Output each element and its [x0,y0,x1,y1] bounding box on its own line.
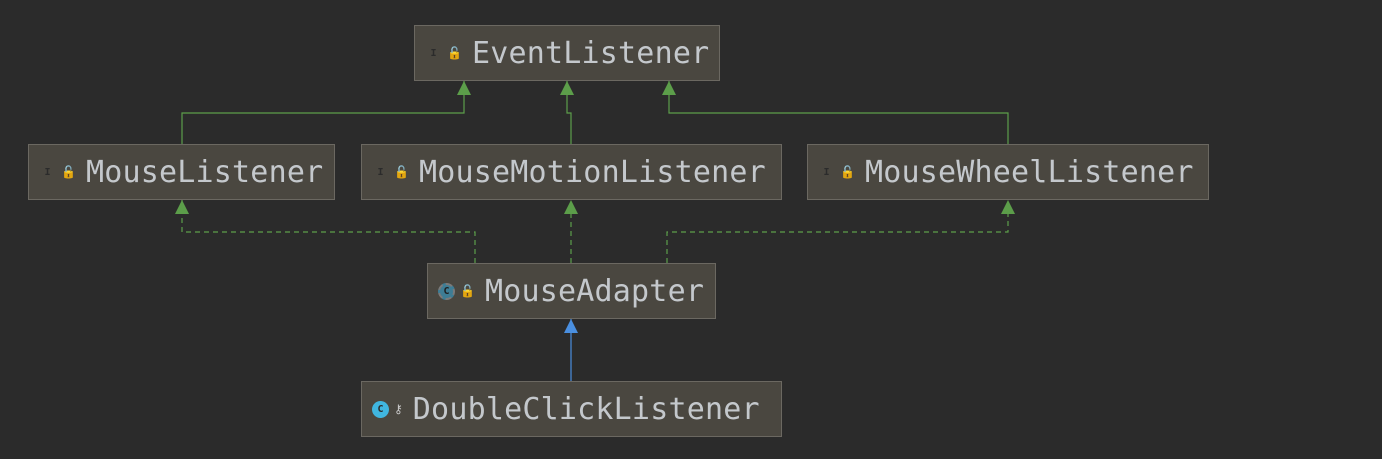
arrowhead-mouseadapter-to-mousewheellistener [1001,200,1015,214]
key-icon: ⚷ [394,402,403,416]
arrowhead-mouselistener-to-eventlistener [457,81,471,95]
unlock-icon: 🔓 [460,284,475,298]
interface-icon: I [377,166,384,178]
node-mousemotionlistener[interactable]: I 🔓 MouseMotionListener [361,144,782,200]
abstract-class-icon: C [438,282,455,300]
node-label: MouseAdapter [484,273,705,309]
node-mousewheellistener[interactable]: I 🔓 MouseWheelListener [807,144,1209,200]
node-eventlistener[interactable]: I 🔓 EventListener [414,25,720,81]
class-icon: C [372,400,389,418]
node-label: DoubleClickListener [412,391,760,427]
interface-icon: I [44,166,51,178]
arrowhead-mousewheellistener-to-eventlistener [662,81,676,95]
node-doubleclicklistener[interactable]: C ⚷ DoubleClickListener [361,381,782,437]
unlock-icon: 🔓 [840,165,855,179]
node-label: MouseListener [85,154,324,190]
edge-mousewheellistener-to-eventlistener [668,81,1009,144]
arrowhead-mouseadapter-to-mouselistener [175,200,189,214]
unlock-icon: 🔓 [61,165,76,179]
uml-class-diagram: I 🔓 EventListener I 🔓 MouseListener I 🔓 … [0,0,1382,459]
edge-mouseadapter-to-mouselistener [181,200,476,263]
edge-mouselistener-to-eventlistener [181,81,465,144]
node-label: EventListener [471,35,710,71]
arrowhead-doubleclicklistener-to-mouseadapter [564,319,578,333]
edge-mouseadapter-to-mousewheellistener [666,200,1009,263]
unlock-icon: 🔓 [394,165,409,179]
node-mouselistener[interactable]: I 🔓 MouseListener [28,144,335,200]
interface-icon: I [430,47,437,59]
interface-icon: I [823,166,830,178]
node-label: MouseMotionListener [418,154,766,190]
arrowhead-mousemotionlistener-to-eventlistener [560,81,574,95]
arrowhead-mouseadapter-to-mousemotionlistener [564,200,578,214]
node-mouseadapter[interactable]: C 🔓 MouseAdapter [427,263,716,319]
unlock-icon: 🔓 [447,46,462,60]
node-label: MouseWheelListener [864,154,1194,190]
